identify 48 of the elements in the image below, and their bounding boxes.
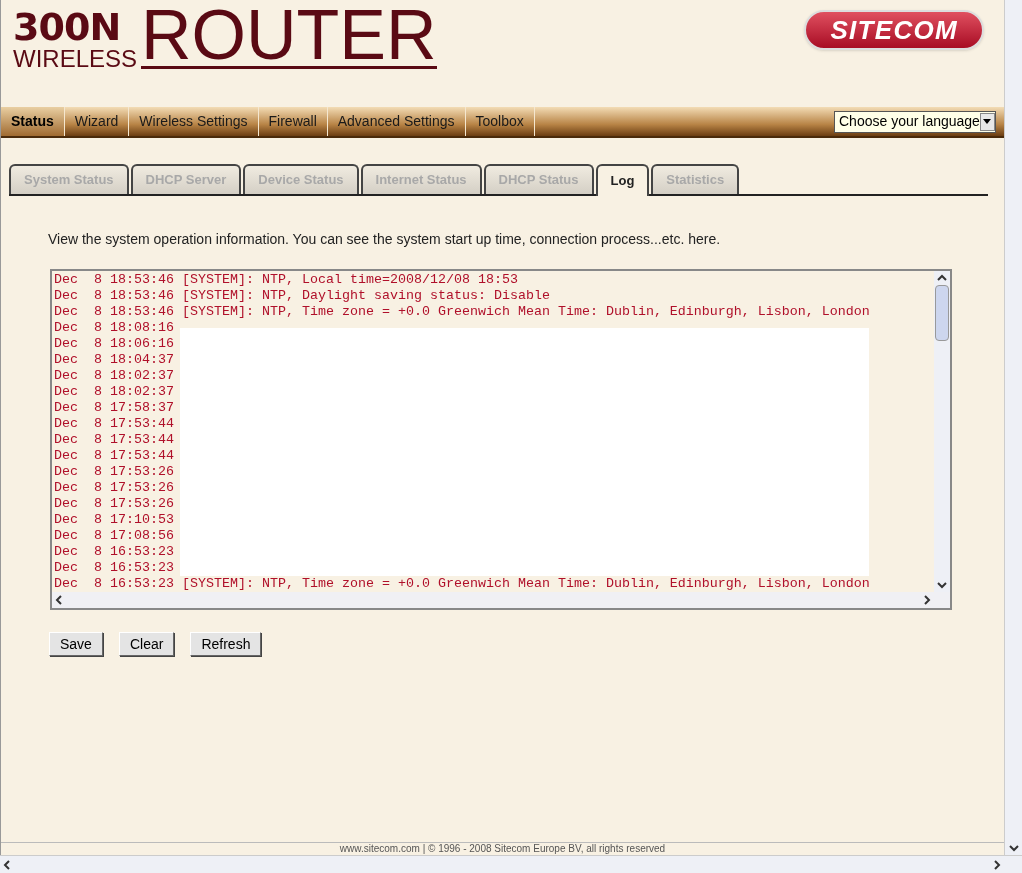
log-time: Dec 8 16:53:23 [54, 560, 174, 576]
log-time: Dec 8 17:53:26 [54, 496, 174, 512]
log-message: [SYSTEM]: NTP, Time zone = +0.0 Greenwich Mean Time: Dublin, Edinburgh, Lisbon, London [182, 304, 870, 320]
sub-tab[interactable]: Log [595, 164, 650, 196]
logo-text: ROUTER [141, 4, 437, 69]
log-time: Dec 8 17:53:44 [54, 432, 174, 448]
logo-text: 300N [13, 8, 122, 46]
action-button[interactable]: Clear [118, 632, 175, 656]
nav-tab[interactable]: Toolbox [465, 107, 535, 136]
log-textarea[interactable] [50, 269, 952, 610]
log-message: [SYSTEM]: NTP, Time zone = +0.0 Greenwich Mean Time: Dublin, Edinburgh, Lisbon, London [182, 576, 870, 592]
page-vertical-scrollbar[interactable] [1004, 0, 1022, 855]
log-time: Dec 8 17:10:53 [54, 512, 174, 528]
log-time: Dec 8 17:53:44 [54, 416, 174, 432]
log-time: Dec 8 18:53:46 [54, 304, 174, 320]
language-select[interactable]: Choose your language [834, 110, 996, 133]
log-time: Dec 8 17:53:26 [54, 464, 174, 480]
nav-tab[interactable]: Wizard [64, 107, 130, 136]
action-button[interactable]: Refresh [190, 632, 262, 656]
action-button[interactable]: Save [49, 632, 103, 656]
nav-tab[interactable]: Status [1, 107, 65, 136]
log-time: Dec 8 16:53:23 [54, 576, 174, 592]
vertical-scrollbar[interactable] [934, 271, 950, 592]
log-time: Dec 8 18:02:37 [54, 368, 174, 384]
log-time: Dec 8 17:58:37 [54, 400, 174, 416]
log-time: Dec 8 18:06:16 [54, 336, 174, 352]
dropdown-arrow-icon [983, 119, 992, 124]
log-message: [SYSTEM]: NTP, Daylight saving status: Disable [182, 288, 550, 304]
nav-tab[interactable]: Firewall [258, 107, 328, 136]
log-message: [SYSTEM]: NTP, Local time=2008/12/08 18:53 [182, 272, 518, 288]
scroll-thumb[interactable] [935, 285, 949, 341]
log-time: Dec 8 18:53:46 [54, 272, 174, 288]
description-text: View the system operation information. You can see the system start up time, connection process...etc. here. [48, 230, 722, 249]
logo-text: WIRELESS [13, 46, 138, 72]
log-time: Dec 8 17:53:44 [54, 448, 174, 464]
log-time: Dec 8 17:53:26 [54, 480, 174, 496]
log-time: Dec 8 18:02:37 [54, 384, 174, 400]
log-time: Dec 8 18:53:46 [54, 288, 174, 304]
log-time: Dec 8 18:04:37 [54, 352, 174, 368]
nav-tab[interactable]: Wireless Settings [129, 107, 259, 136]
log-time: Dec 8 16:53:23 [54, 544, 174, 560]
footer-text: www.sitecom.com | © 1996 - 2008 Sitecom Europe BV, all rights reserved [339, 843, 666, 855]
nav-tab[interactable]: Advanced Settings [327, 107, 466, 136]
log-time: Dec 8 17:08:56 [54, 528, 174, 544]
page-horizontal-scrollbar[interactable] [0, 855, 1022, 873]
horizontal-scrollbar[interactable] [52, 592, 950, 608]
brand-logo: SITECOM [804, 10, 984, 50]
log-time: Dec 8 18:08:16 [54, 320, 174, 336]
